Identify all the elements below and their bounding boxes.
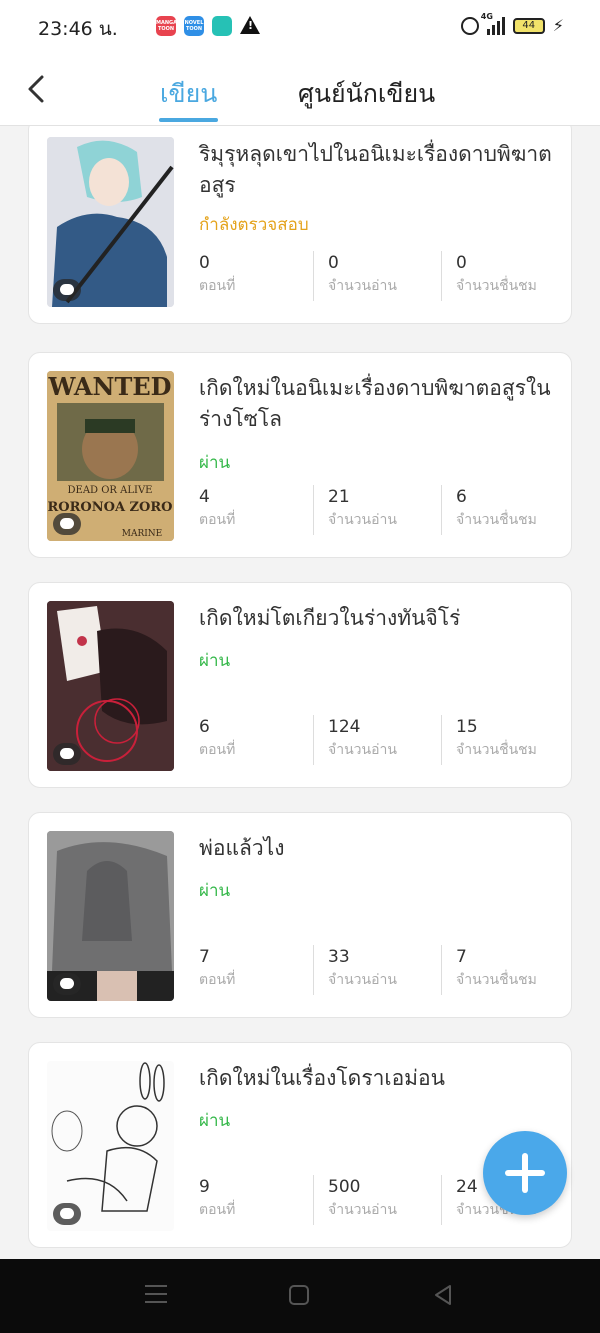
work-stats: 6 ตอนที่ 124 จำนวนอ่าน 15 จำนวนชื่นชม [199, 715, 559, 765]
episodes-count: 6 [199, 717, 210, 737]
work-status: ผ่าน [199, 881, 231, 901]
cover-marine-text: MARINE [122, 529, 163, 539]
likes-label: จำนวนชื่นชม [456, 972, 537, 988]
tab-write[interactable]: เขียน [160, 74, 217, 114]
likes-label: จำนวนชื่นชม [456, 278, 537, 294]
likes-label: จำนวนชื่นชม [456, 512, 537, 528]
reads-count: 500 [328, 1177, 361, 1197]
work-stats: 4 ตอนที่ 21 จำนวนอ่าน 6 จำนวนชื่นชม [199, 485, 559, 535]
back-triangle-icon[interactable] [432, 1284, 454, 1306]
episodes-label: ตอนที่ [199, 972, 236, 988]
back-arrow-icon[interactable] [24, 74, 48, 104]
recent-apps-icon[interactable] [145, 1285, 167, 1305]
home-icon[interactable] [289, 1285, 309, 1305]
reads-label: จำนวนอ่าน [328, 278, 397, 294]
cover-dead-or-alive-text: DEAD OR ALIVE [68, 485, 153, 496]
episodes-count: 4 [199, 487, 210, 507]
reads-count: 21 [328, 487, 350, 507]
work-title: เกิดใหม่โตเกียวในร่างทันจิโร่ [199, 606, 461, 630]
work-title: เกิดใหม่ในอนิเมะเรื่องดาบพิฆาตอสูรในร่าง… [199, 376, 551, 431]
mangatoon-icon: MANGA TOON [156, 16, 177, 36]
work-title: เกิดใหม่ในเรื่องโดราเอม่อน [199, 1066, 445, 1090]
notification-icons: MANGA TOON NOVEL TOON [156, 16, 260, 36]
status-bar: 23:46 น. MANGA TOON NOVEL TOON 4G 44 ⚡ [0, 0, 600, 52]
reads-count: 0 [328, 253, 339, 273]
works-list[interactable]: ริมุรุหลุดเขาไปในอนิเมะเรื่องดาบพิฆาตอสู… [0, 126, 600, 1259]
system-navigation-bar [0, 1259, 600, 1333]
work-status: กำลังตรวจสอบ [199, 215, 309, 235]
cover-image [47, 601, 174, 771]
reads-count: 33 [328, 947, 350, 967]
cover-wanted-text: WANTED [48, 372, 172, 401]
signal-icon: 4G [481, 12, 505, 35]
charging-icon: ⚡ [552, 16, 564, 35]
cover-image [47, 137, 174, 307]
battery-icon: 44 [512, 17, 545, 34]
comment-icon [53, 279, 81, 301]
cover-image [47, 1061, 174, 1231]
clock: 23:46 น. [38, 18, 118, 40]
work-card[interactable]: ริมุรุหลุดเขาไปในอนิเมะเรื่องดาบพิฆาตอสู… [28, 126, 572, 324]
work-card[interactable]: WANTED DEAD OR ALIVE RORONOA ZORO MARINE… [28, 352, 572, 558]
alarm-icon [460, 16, 479, 35]
top-header: เขียน ศูนย์นักเขียน [0, 52, 600, 126]
network-type: 4G [480, 11, 493, 21]
work-stats: 7 ตอนที่ 33 จำนวนอ่าน 7 จำนวนชื่นชม [199, 945, 559, 995]
episodes-label: ตอนที่ [199, 742, 236, 758]
episodes-label: ตอนที่ [199, 278, 236, 294]
episodes-label: ตอนที่ [199, 1202, 236, 1218]
add-work-button[interactable] [483, 1131, 567, 1215]
active-tab-indicator [159, 118, 218, 122]
reads-label: จำนวนอ่าน [328, 972, 397, 988]
cover-image: WANTED DEAD OR ALIVE RORONOA ZORO MARINE [47, 371, 174, 541]
likes-count: 15 [456, 717, 478, 737]
chat-app-icon [212, 16, 232, 36]
reads-label: จำนวนอ่าน [328, 512, 397, 528]
comment-icon [53, 973, 81, 995]
warning-icon [240, 16, 260, 34]
episodes-count: 9 [199, 1177, 210, 1197]
episodes-count: 0 [199, 253, 210, 273]
work-card[interactable]: เกิดใหม่ในเรื่องโดราเอม่อน ผ่าน 9 ตอนที่ … [28, 1042, 572, 1248]
episodes-label: ตอนที่ [199, 512, 236, 528]
reads-count: 124 [328, 717, 361, 737]
work-stats: 0 ตอนที่ 0 จำนวนอ่าน 0 จำนวนชื่นชม [199, 251, 559, 301]
tab-writer-center[interactable]: ศูนย์นักเขียน [298, 74, 435, 114]
work-card[interactable]: เกิดใหม่โตเกียวในร่างทันจิโร่ ผ่าน 6 ตอนท… [28, 582, 572, 788]
work-card[interactable]: พ่อแล้วไง ผ่าน 7 ตอนที่ 33 จำนวนอ่าน 7 จำนว… [28, 812, 572, 1018]
work-status: ผ่าน [199, 651, 231, 671]
noveltoon-icon: NOVEL TOON [184, 16, 204, 36]
comment-icon [53, 743, 81, 765]
cover-image [47, 831, 174, 1001]
system-icons: 4G 44 ⚡ [460, 12, 564, 35]
likes-count: 7 [456, 947, 467, 967]
likes-count: 6 [456, 487, 467, 507]
work-status: ผ่าน [199, 453, 231, 473]
comment-icon [53, 1203, 81, 1225]
episodes-count: 7 [199, 947, 210, 967]
reads-label: จำนวนอ่าน [328, 1202, 397, 1218]
comment-icon [53, 513, 81, 535]
work-title: พ่อแล้วไง [199, 836, 285, 860]
reads-label: จำนวนอ่าน [328, 742, 397, 758]
work-title: ริมุรุหลุดเขาไปในอนิเมะเรื่องดาบพิฆาตอสู… [199, 142, 552, 197]
likes-label: จำนวนชื่นชม [456, 742, 537, 758]
likes-count: 0 [456, 253, 467, 273]
work-status: ผ่าน [199, 1111, 231, 1131]
